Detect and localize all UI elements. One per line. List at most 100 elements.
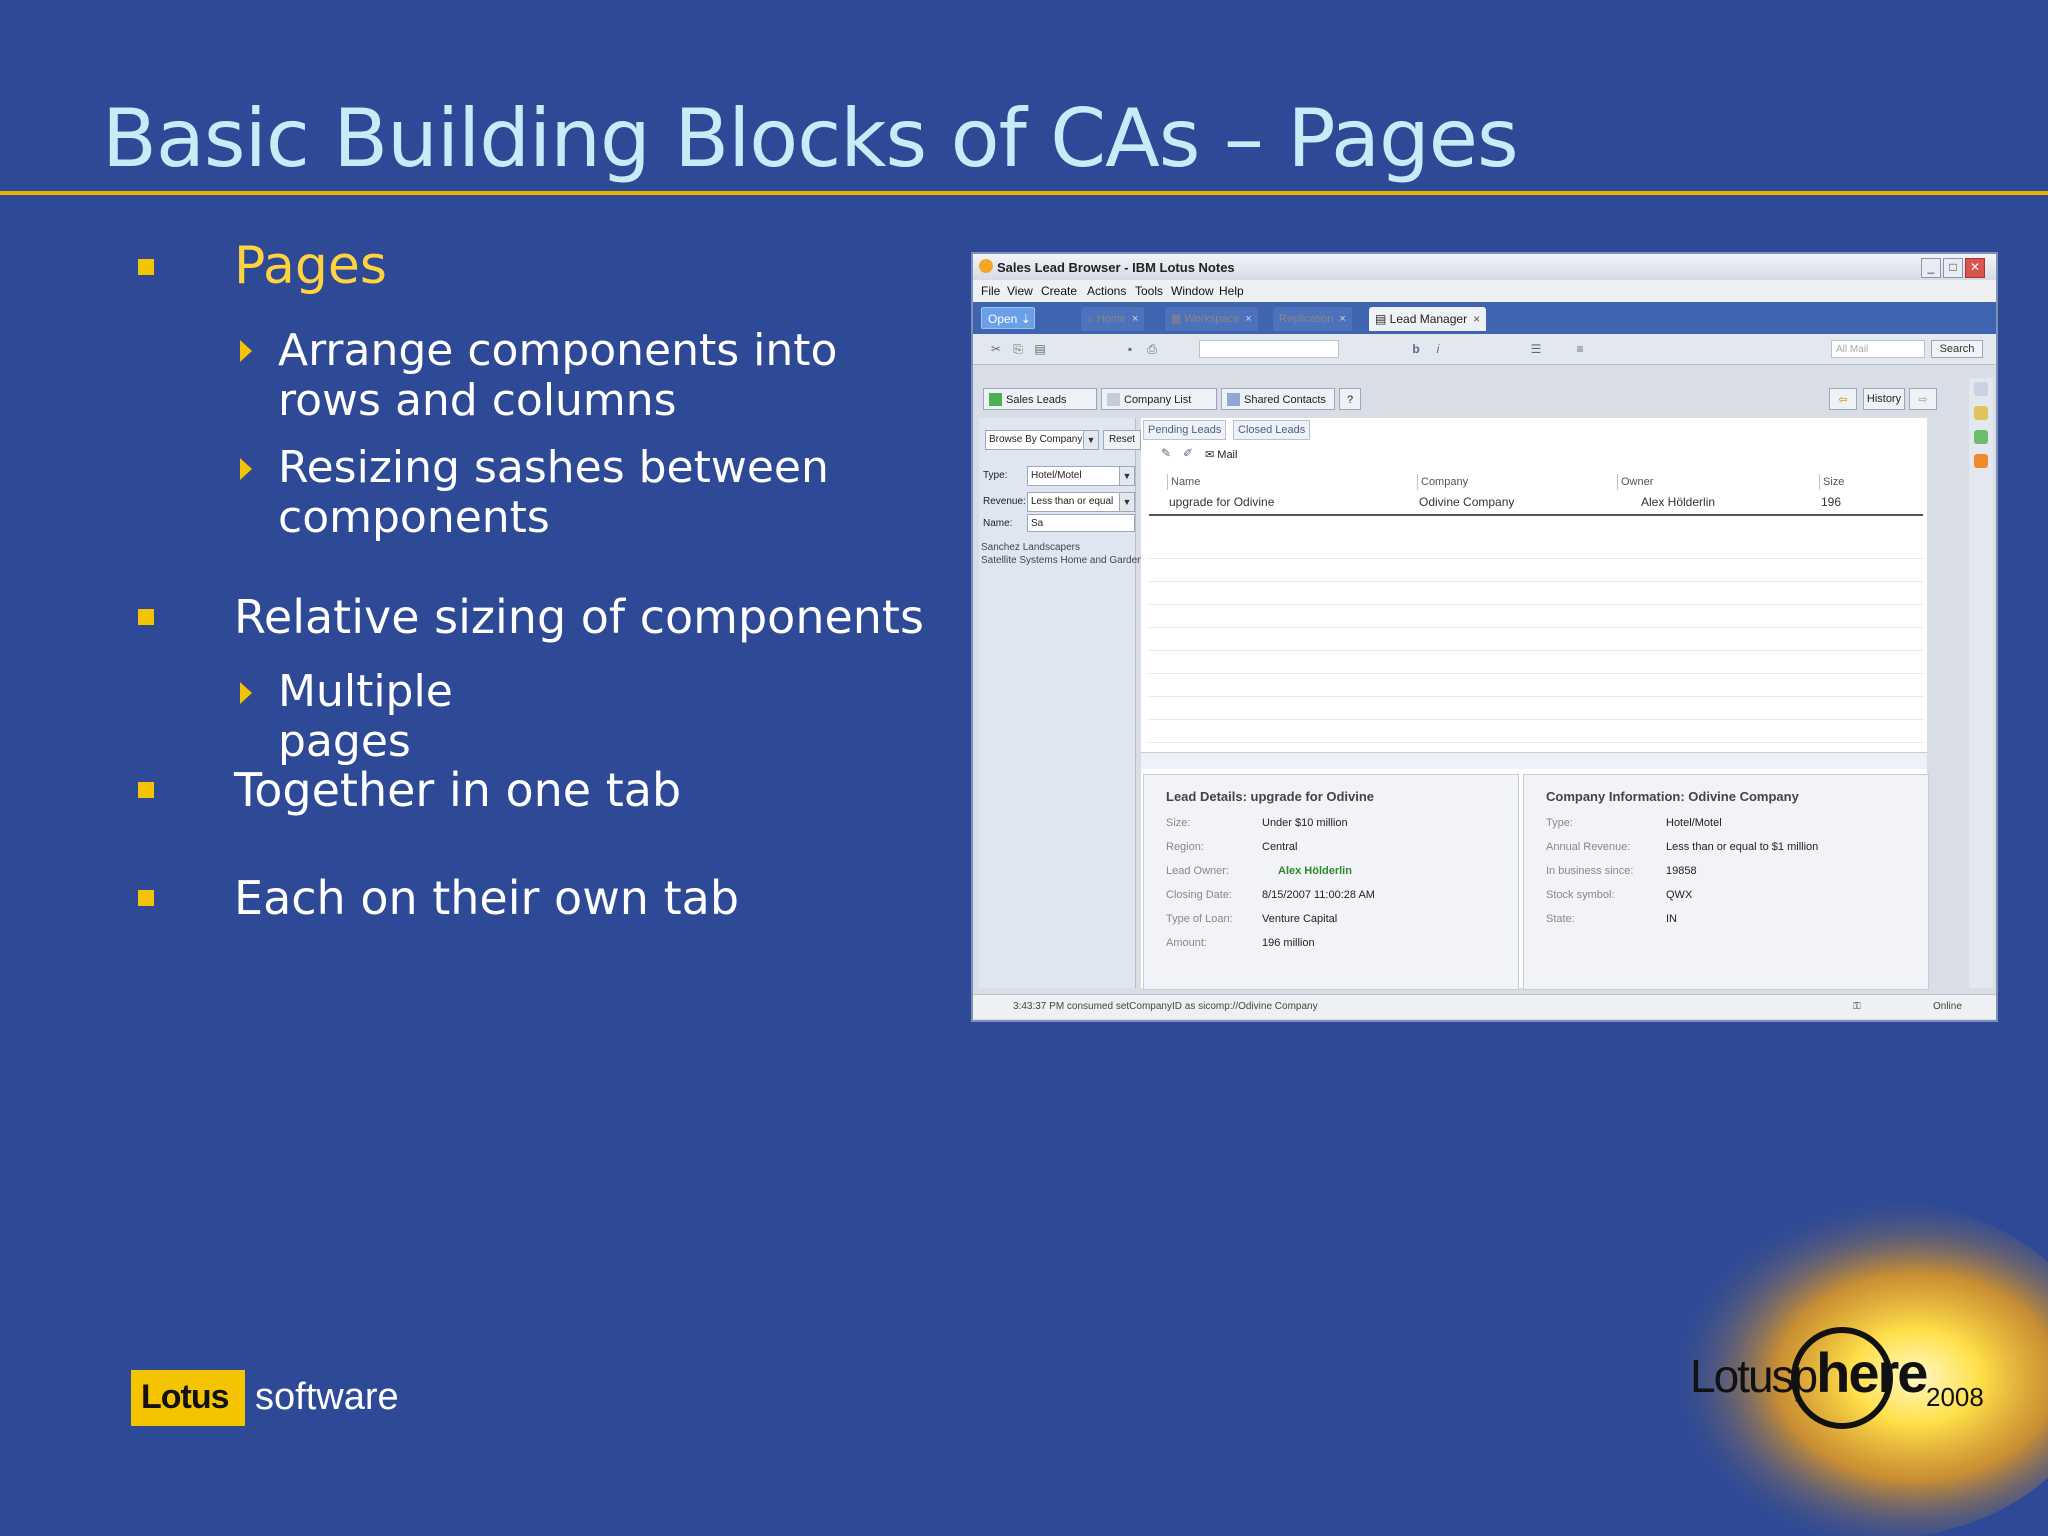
paste-icon[interactable]: ▤ (1033, 342, 1047, 356)
window-title: Sales Lead Browser - IBM Lotus Notes (997, 260, 1235, 275)
chat-icon[interactable] (1974, 382, 1988, 396)
slide-title: Basic Building Blocks of CAs – Pages (102, 92, 1519, 185)
close-icon[interactable]: × (1245, 313, 1251, 325)
reset-button[interactable]: Reset (1103, 430, 1141, 450)
close-icon[interactable]: × (1132, 313, 1138, 325)
tab-home[interactable]: ⌂ Home × (1081, 307, 1145, 331)
mail-action[interactable]: ✉ Mail (1205, 448, 1237, 461)
minimize-button[interactable]: _ (1921, 258, 1941, 278)
menu-window[interactable]: Window (1171, 284, 1214, 298)
open-button[interactable]: Open ⇣ (981, 307, 1035, 329)
mail-search-field[interactable]: All Mail (1831, 340, 1925, 358)
close-icon[interactable]: × (1473, 312, 1480, 326)
print-icon[interactable]: ⎙ (1145, 342, 1159, 356)
cell-name: upgrade for Odivine (1169, 495, 1275, 509)
leads-grid: Name Company Owner Size upgrade for Odiv… (1149, 474, 1923, 754)
result-item[interactable]: Sanchez Landscapers (981, 542, 1080, 553)
history-button[interactable]: History (1863, 388, 1905, 410)
info-key: Stock symbol: (1546, 889, 1615, 901)
title-rule (0, 191, 2048, 195)
menu-help[interactable]: Help (1219, 284, 1244, 298)
empty-row (1149, 559, 1923, 582)
detail-key: Size: (1166, 817, 1191, 829)
menu-actions[interactable]: Actions (1087, 284, 1126, 298)
menu-create[interactable]: Create (1041, 284, 1077, 298)
revenue-select[interactable]: Less than or equal ▼ (1027, 492, 1135, 512)
subtab-company-list[interactable]: Company List (1101, 388, 1217, 410)
company-info-panel: Company Information: Odivine Company Typ… (1523, 774, 1929, 990)
tab-closed-leads[interactable]: Closed Leads (1233, 420, 1311, 440)
feeds-icon[interactable] (1974, 454, 1988, 468)
back-icon[interactable]: ⇦ (1829, 388, 1857, 410)
column-header-owner[interactable]: Owner (1617, 474, 1653, 490)
key-icon: ⚿ (1853, 1001, 1861, 1012)
close-icon[interactable]: × (1339, 313, 1345, 325)
help-icon[interactable]: ? (1339, 388, 1361, 410)
sub-bullet-arrow (240, 340, 252, 362)
menu-file[interactable]: File (981, 284, 1000, 298)
detail-key: Closing Date: (1166, 889, 1233, 901)
detail-value: Central (1262, 841, 1298, 853)
detail-value: 196 million (1262, 937, 1315, 949)
window-titlebar: Sales Lead Browser - IBM Lotus Notes _ □… (973, 254, 1996, 280)
subtab-shared-contacts[interactable]: Shared Contacts (1221, 388, 1335, 410)
copy-icon[interactable]: ⎘ (1011, 342, 1025, 356)
subtab-sales-leads[interactable]: Sales Leads (983, 388, 1097, 410)
bullet-relative-sizing: Relative sizing of components (234, 590, 924, 644)
horizontal-scrollbar[interactable] (1141, 752, 1927, 769)
close-button[interactable]: ✕ (1965, 258, 1985, 278)
tab-pending-leads[interactable]: Pending Leads (1143, 420, 1227, 440)
forward-icon[interactable]: ⇨ (1909, 388, 1937, 410)
empty-row (1149, 651, 1923, 674)
cut-icon[interactable]: ✂ (989, 342, 1003, 356)
search-button[interactable]: Search (1931, 340, 1983, 358)
save-icon[interactable]: ▪ (1123, 342, 1137, 356)
cell-company: Odivine Company (1419, 495, 1515, 509)
tab-lead-manager[interactable]: ▤ Lead Manager × (1369, 307, 1487, 331)
info-value: 19858 (1666, 865, 1697, 877)
cell-owner: Alex Hölderlin (1641, 495, 1716, 509)
lotusphere-wordmark: Lotusphere (1690, 1341, 1928, 1404)
bold-icon[interactable]: b (1409, 342, 1423, 356)
bullet-each: Each on their own tab (234, 871, 740, 925)
font-field[interactable] (1199, 340, 1339, 358)
menu-view[interactable]: View (1007, 284, 1033, 298)
menu-tools[interactable]: Tools (1135, 284, 1163, 298)
edit-icon[interactable]: ✐ (1181, 446, 1195, 460)
detail-value: Under $10 million (1262, 817, 1348, 829)
tab-replication[interactable]: Replication × (1273, 307, 1352, 331)
browse-select[interactable]: Browse By Company ▼ (985, 430, 1099, 450)
tab-workspace[interactable]: ▦ Workspace × (1165, 307, 1258, 331)
lead-details-panel: Lead Details: upgrade for Odivine Size: … (1143, 774, 1519, 990)
bullets-icon[interactable]: ☰ (1529, 342, 1543, 356)
sub-bullet-multiple-pages: Multiple pages (278, 666, 453, 767)
align-icon[interactable]: ≡ (1573, 342, 1587, 356)
column-header-size[interactable]: Size (1819, 474, 1844, 490)
type-select[interactable]: Hotel/Motel ▼ (1027, 466, 1135, 486)
online-status[interactable]: Online (1933, 1001, 1962, 1012)
name-input[interactable]: Sa (1027, 514, 1135, 532)
chevron-down-icon: ▼ (1083, 431, 1098, 449)
bullet-marker (138, 609, 154, 625)
table-row[interactable]: upgrade for Odivine Odivine Company Alex… (1149, 492, 1923, 516)
calendar-icon[interactable] (1974, 430, 1988, 444)
lead-details-title: Lead Details: upgrade for Odivine (1166, 789, 1375, 804)
result-item[interactable]: Satellite Systems Home and Garden (981, 555, 1143, 566)
window-tabbar: Open ⇣ ⌂ Home × ▦ Workspace × Replication ×… (973, 302, 1996, 334)
revenue-label: Revenue: (983, 496, 1026, 507)
new-icon[interactable]: ✎ (1159, 446, 1173, 460)
column-header-name[interactable]: Name (1167, 474, 1200, 490)
column-header-company[interactable]: Company (1417, 474, 1468, 490)
italic-icon[interactable]: i (1431, 342, 1445, 356)
lotus-logo: Lotus (131, 1370, 245, 1426)
sametime-icon[interactable] (1974, 406, 1988, 420)
detail-value: Venture Capital (1262, 913, 1338, 925)
bullet-together: Together in one tab (234, 763, 682, 817)
detail-key: Amount: (1166, 937, 1207, 949)
lead-owner-link[interactable]: Alex Hölderlin (1278, 865, 1352, 877)
sub-bullet-arrange: Arrange components into rows and columns (278, 325, 838, 426)
empty-row (1149, 674, 1923, 697)
maximize-button[interactable]: □ (1943, 258, 1963, 278)
status-bar: 3:43:37 PM consumed setCompanyID as sico… (973, 994, 1996, 1019)
info-key: State: (1546, 913, 1575, 925)
